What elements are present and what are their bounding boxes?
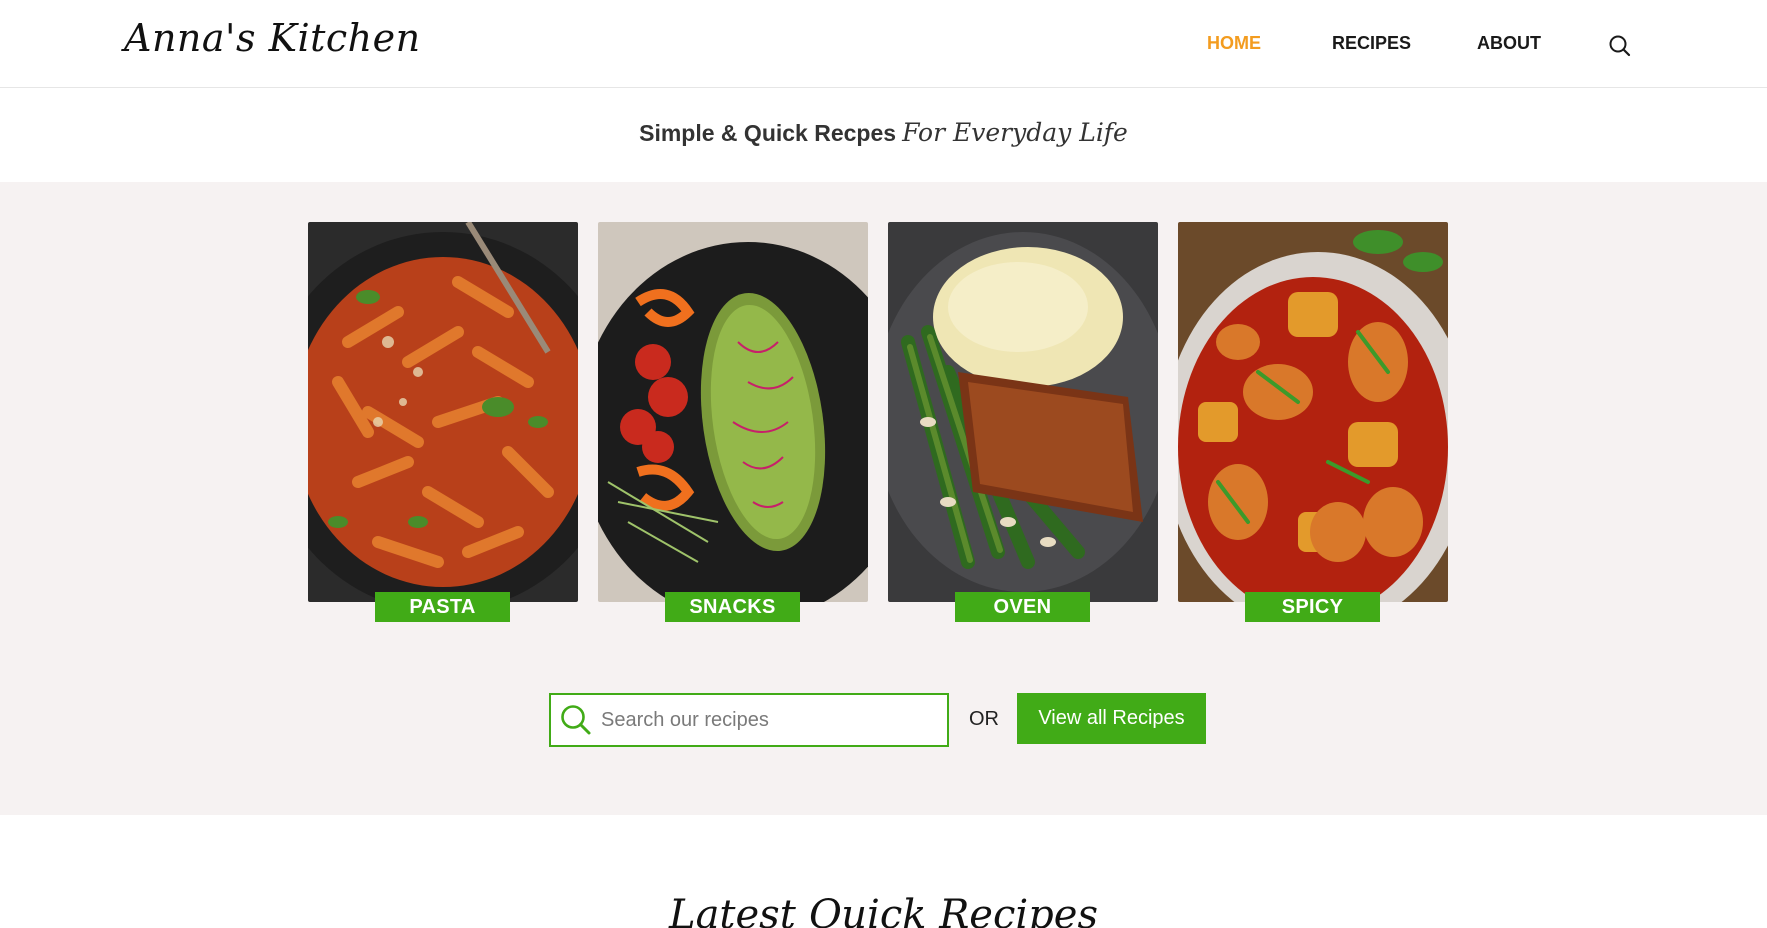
- site-header: Anna's Kitchen HOME RECIPES ABOUT: [0, 0, 1767, 88]
- tagline-script: For Everyday Life: [902, 118, 1128, 147]
- category-card-pasta[interactable]: PASTA: [308, 222, 578, 622]
- oven-photo: [888, 222, 1158, 602]
- category-card-snacks[interactable]: SNACKS: [598, 222, 868, 622]
- pasta-photo: [308, 222, 578, 602]
- nav-recipes[interactable]: RECIPES: [1332, 33, 1411, 54]
- site-logo[interactable]: Anna's Kitchen: [124, 16, 421, 60]
- category-label-oven[interactable]: OVEN: [955, 592, 1090, 622]
- category-label-pasta[interactable]: PASTA: [375, 592, 510, 622]
- search-icon: [559, 703, 593, 737]
- or-separator: OR: [969, 708, 999, 730]
- tagline-plain: Simple & Quick Recpes: [639, 120, 897, 146]
- nav-home[interactable]: HOME: [1207, 33, 1261, 54]
- spicy-photo: [1178, 222, 1448, 602]
- category-label-spicy[interactable]: SPICY: [1245, 592, 1380, 622]
- view-all-recipes-button[interactable]: View all Recipes: [1017, 693, 1206, 744]
- category-card-oven[interactable]: OVEN: [888, 222, 1158, 622]
- latest-recipes-heading: Latest Quick Recipes: [669, 892, 1098, 928]
- recipe-search-box[interactable]: [549, 693, 949, 747]
- nav-about[interactable]: ABOUT: [1477, 33, 1541, 54]
- snacks-photo: [598, 222, 868, 602]
- search-icon[interactable]: [1607, 33, 1633, 59]
- category-card-spicy[interactable]: SPICY: [1178, 222, 1448, 622]
- category-label-snacks[interactable]: SNACKS: [665, 592, 800, 622]
- hero-section: PASTA SNACKS OVEN SPICY Search our recip…: [0, 182, 1767, 815]
- tagline: Simple & Quick Recpes For Everyday Life: [0, 118, 1767, 147]
- recipe-search-input[interactable]: [601, 699, 931, 741]
